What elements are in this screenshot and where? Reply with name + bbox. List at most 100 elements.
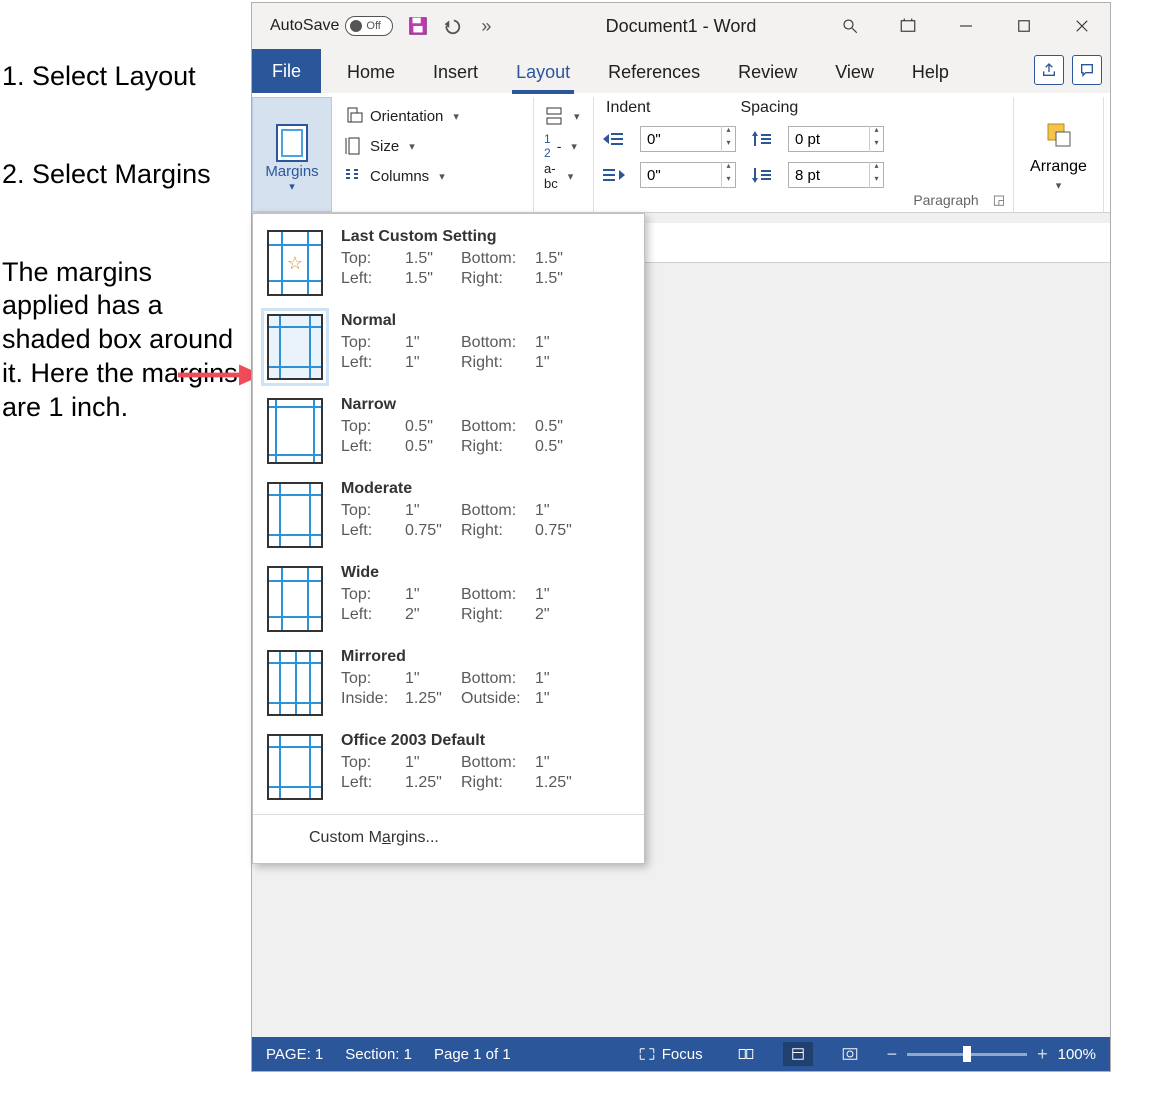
margin-thumb-icon xyxy=(267,314,323,380)
autosave-state: Off xyxy=(366,20,380,32)
indent-left-field[interactable]: 0"▴▾ xyxy=(640,126,736,152)
ribbon: Margins ▾ Orientation Size Columns 12- xyxy=(252,93,1110,213)
page-setup-group: Orientation Size Columns xyxy=(334,97,534,212)
margin-option-title: Narrow xyxy=(341,396,585,414)
ribbon-display-icon[interactable] xyxy=(894,12,922,40)
margin-option-moderate[interactable]: ModerateTop:1"Bottom:1"Left:0.75"Right:0… xyxy=(253,472,644,556)
tab-view[interactable]: View xyxy=(831,54,878,93)
margin-thumb-icon xyxy=(267,734,323,800)
margin-option-wide[interactable]: WideTop:1"Bottom:1"Left:2"Right:2" xyxy=(253,556,644,640)
tab-review[interactable]: Review xyxy=(734,54,801,93)
margin-option-title: Office 2003 Default xyxy=(341,732,585,750)
indent-right-icon xyxy=(602,165,626,185)
orientation-button[interactable]: Orientation xyxy=(344,101,523,131)
margin-option-title: Normal xyxy=(341,312,585,330)
word-window: AutoSave Off » Document1 - Word File Hom… xyxy=(251,2,1111,1072)
margin-option-narrow[interactable]: NarrowTop:0.5"Bottom:0.5"Left:0.5"Right:… xyxy=(253,388,644,472)
margin-option-normal[interactable]: NormalTop:1"Bottom:1"Left:1"Right:1" xyxy=(253,304,644,388)
status-section[interactable]: Section: 1 xyxy=(345,1046,412,1063)
columns-label: Columns xyxy=(370,168,429,185)
window-title: Document1 - Word xyxy=(606,16,757,37)
comments-icon[interactable] xyxy=(1072,55,1102,85)
margin-option-title: Moderate xyxy=(341,480,585,498)
statusbar: PAGE: 1 Section: 1 Page 1 of 1 Focus − +… xyxy=(252,1037,1110,1071)
dialog-launcher-icon[interactable]: ◲ xyxy=(993,192,1005,208)
toggle-knob xyxy=(350,20,362,32)
spacing-header: Spacing xyxy=(740,99,798,117)
margin-thumb-icon xyxy=(267,566,323,632)
search-icon[interactable] xyxy=(836,12,864,40)
ribbon-tabs: File Home Insert Layout References Review Vie… xyxy=(252,49,1110,93)
titlebar: AutoSave Off » Document1 - Word xyxy=(252,3,1110,49)
spacing-before-field[interactable]: 0 pt▴▾ xyxy=(788,126,884,152)
zoom-value[interactable]: 100% xyxy=(1058,1046,1096,1063)
star-icon: ☆ xyxy=(287,253,303,274)
minimize-icon[interactable] xyxy=(952,12,980,40)
zoom-control: − + 100% xyxy=(887,1044,1096,1065)
margin-thumb-icon xyxy=(267,650,323,716)
titlebar-controls xyxy=(836,12,1104,40)
margin-thumb-icon xyxy=(267,398,323,464)
margin-option-title: Last Custom Setting xyxy=(341,228,585,246)
step-1: 1. Select Layout xyxy=(2,60,244,94)
autosave-label: AutoSave xyxy=(270,17,339,35)
arrange-icon[interactable] xyxy=(1044,120,1074,155)
save-icon[interactable] xyxy=(405,13,431,39)
autosave-toggle[interactable]: Off xyxy=(345,16,393,36)
tab-home[interactable]: Home xyxy=(343,54,399,93)
spin-down[interactable]: ▾ xyxy=(722,139,735,152)
indent-header: Indent xyxy=(606,99,650,117)
tab-references[interactable]: References xyxy=(604,54,704,93)
indent-right-field[interactable]: 0"▴▾ xyxy=(640,162,736,188)
hyphenation-button[interactable]: a-bc xyxy=(544,161,583,191)
columns-button[interactable]: Columns xyxy=(344,161,523,191)
margin-option-mirrored[interactable]: MirroredTop:1"Bottom:1"Inside:1.25"Outsi… xyxy=(253,640,644,724)
margin-option-last-custom-setting[interactable]: ☆Last Custom SettingTop:1.5"Bottom:1.5"L… xyxy=(253,220,644,304)
maximize-icon[interactable] xyxy=(1010,12,1038,40)
qat-more-icon[interactable]: » xyxy=(473,13,499,39)
zoom-thumb[interactable] xyxy=(963,1046,971,1062)
margin-option-title: Wide xyxy=(341,564,585,582)
margin-thumb-icon xyxy=(267,482,323,548)
breaks-button[interactable] xyxy=(544,101,583,131)
tab-layout[interactable]: Layout xyxy=(512,54,574,93)
focus-mode-button[interactable]: Focus xyxy=(632,1042,709,1067)
web-layout-icon[interactable] xyxy=(835,1042,865,1066)
tab-help[interactable]: Help xyxy=(908,54,953,93)
print-layout-icon[interactable] xyxy=(783,1042,813,1066)
step-2: 2. Select Margins xyxy=(2,158,244,192)
tab-insert[interactable]: Insert xyxy=(429,54,482,93)
size-label: Size xyxy=(370,138,399,155)
close-icon[interactable] xyxy=(1068,12,1096,40)
instruction-description: The margins applied has a shaded box aro… xyxy=(2,256,244,425)
margin-option-office-2003-default[interactable]: Office 2003 DefaultTop:1"Bottom:1"Left:1… xyxy=(253,724,644,808)
chevron-down-icon[interactable]: ▾ xyxy=(1056,179,1062,192)
margins-menu: ☆Last Custom SettingTop:1.5"Bottom:1.5"L… xyxy=(252,213,645,864)
breaks-group: 12- a-bc xyxy=(534,97,594,212)
size-button[interactable]: Size xyxy=(344,131,523,161)
chevron-down-icon: ▾ xyxy=(289,180,295,193)
paragraph-group-label: Paragraph xyxy=(913,192,978,208)
arrange-label: Arrange xyxy=(1030,158,1087,176)
document-area: ☆Last Custom SettingTop:1.5"Bottom:1.5"L… xyxy=(252,213,1110,1037)
margins-button[interactable]: Margins ▾ xyxy=(252,97,332,212)
tab-file[interactable]: File xyxy=(252,49,321,93)
callout-arrow xyxy=(176,360,262,390)
zoom-out-button[interactable]: − xyxy=(887,1044,898,1065)
status-page[interactable]: PAGE: 1 xyxy=(266,1046,323,1063)
read-mode-icon[interactable] xyxy=(731,1042,761,1066)
orientation-label: Orientation xyxy=(370,108,443,125)
indent-left-icon xyxy=(602,129,626,149)
margins-label: Margins xyxy=(265,163,318,180)
line-numbers-button[interactable]: 12- xyxy=(544,131,583,161)
spacing-after-field[interactable]: 8 pt▴▾ xyxy=(788,162,884,188)
spacing-after-icon xyxy=(750,165,774,185)
paragraph-group: Indent Spacing 0"▴▾ 0 pt▴▾ 0"▴▾ 8 pt▴▾ P… xyxy=(594,97,1014,212)
custom-margins-item[interactable]: Custom Margins... xyxy=(253,815,644,863)
zoom-in-button[interactable]: + xyxy=(1037,1044,1048,1065)
zoom-slider[interactable] xyxy=(907,1053,1027,1056)
undo-icon[interactable] xyxy=(439,13,465,39)
status-pages[interactable]: Page 1 of 1 xyxy=(434,1046,511,1063)
share-icon[interactable] xyxy=(1034,55,1064,85)
arrange-group: Arrange ▾ xyxy=(1014,97,1104,212)
